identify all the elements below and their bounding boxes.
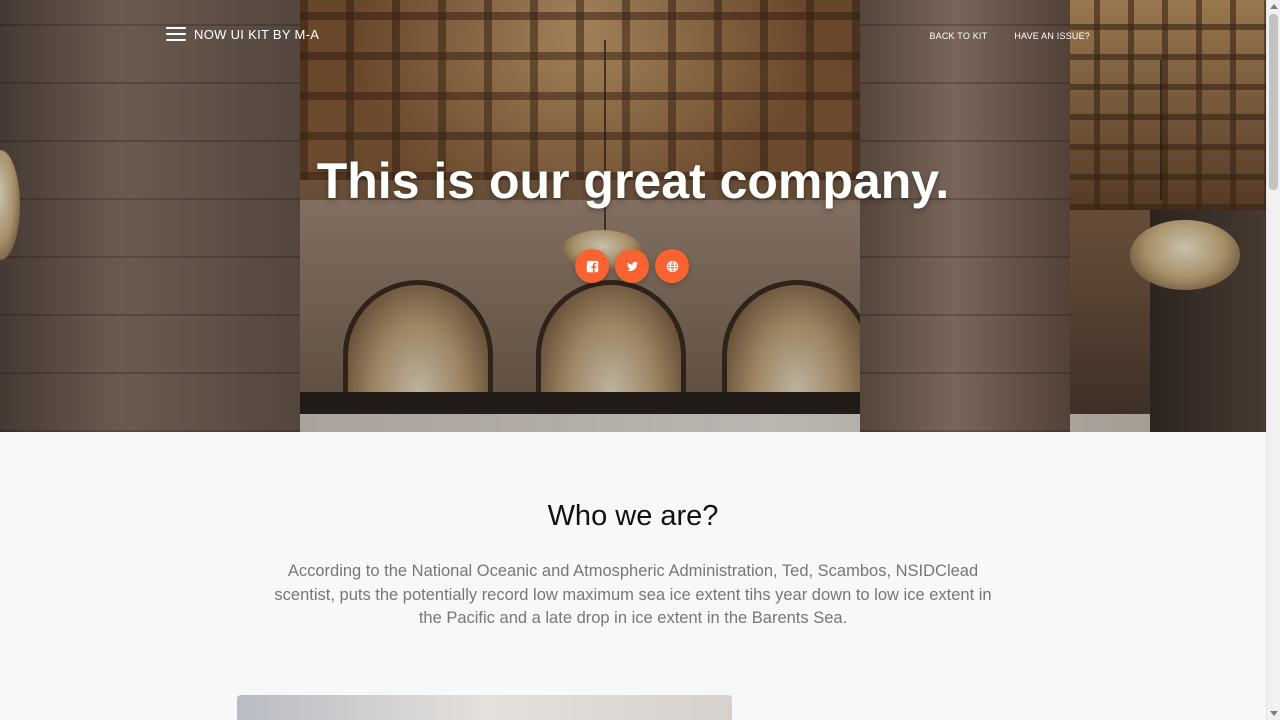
navbar-brand: NOW UI KIT BY M-A <box>166 26 319 42</box>
image-card <box>237 695 732 720</box>
hero-title: This is our great company. <box>316 153 950 209</box>
scroll-thumb[interactable] <box>1269 14 1278 190</box>
menu-icon[interactable] <box>166 26 186 42</box>
brand-link[interactable]: NOW UI KIT BY M-A <box>194 27 319 42</box>
scrollbar[interactable] <box>1266 0 1280 720</box>
have-an-issue-link[interactable]: HAVE AN ISSUE? <box>1014 31 1090 41</box>
globe-icon <box>666 260 678 272</box>
back-to-kit-link[interactable]: BACK TO KIT <box>929 31 987 41</box>
section-description: According to the National Oceanic and At… <box>274 562 992 627</box>
facebook-button[interactable] <box>575 249 609 283</box>
section-title: Who we are? <box>547 500 719 532</box>
about-section: Who we are? According to the National Oc… <box>0 432 1266 720</box>
top-navbar: NOW UI KIT BY M-A BACK TO KIT HAVE AN IS… <box>0 0 1266 74</box>
social-buttons <box>575 249 689 283</box>
twitter-button[interactable] <box>615 249 649 283</box>
scroll-down-icon[interactable] <box>1270 711 1278 716</box>
scroll-up-icon[interactable] <box>1270 4 1278 9</box>
twitter-icon <box>626 261 638 271</box>
navbar-links: BACK TO KIT HAVE AN ISSUE? <box>929 31 1090 41</box>
facebook-icon <box>586 260 598 272</box>
website-button[interactable] <box>655 249 689 283</box>
